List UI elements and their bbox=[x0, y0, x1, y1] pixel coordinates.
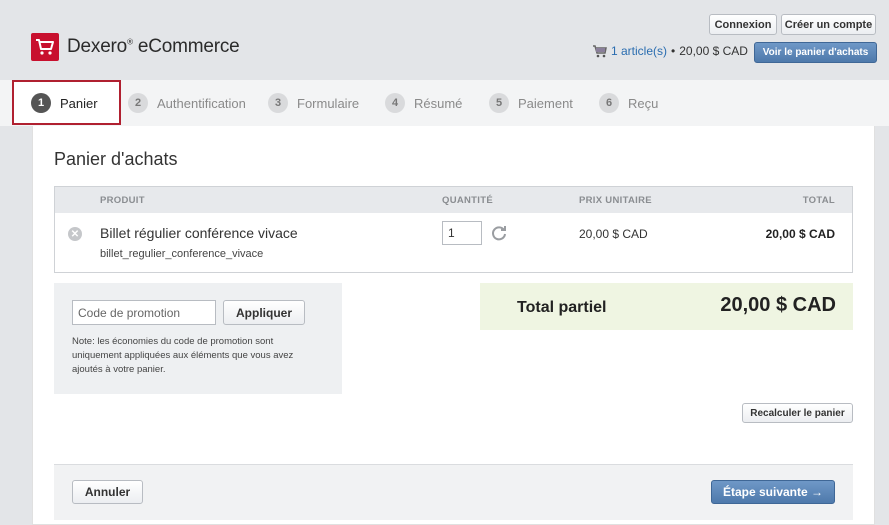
cancel-button[interactable]: Annuler bbox=[72, 480, 143, 504]
mini-cart-icon bbox=[593, 44, 607, 57]
unit-price: 20,00 $ CAD bbox=[579, 227, 648, 241]
promo-code-input[interactable] bbox=[72, 300, 216, 325]
line-total: 20,00 $ CAD bbox=[765, 227, 835, 241]
refresh-icon[interactable] bbox=[490, 224, 508, 242]
table-header: PRODUIT QUANTITÉ PRIX UNITAIRE TOTAL bbox=[55, 187, 852, 213]
subtotal-label: Total partiel bbox=[517, 299, 607, 316]
product-sku: billet_regulier_conference_vivace bbox=[100, 248, 264, 260]
step-label: Reçu bbox=[628, 95, 659, 111]
step-form[interactable]: 3 Formulaire bbox=[268, 93, 359, 113]
step-payment[interactable]: 5 Paiement bbox=[489, 93, 573, 113]
cart-logo-icon bbox=[31, 33, 59, 61]
mini-cart-summary: 1 article(s) • 20,00 $ CAD bbox=[592, 44, 748, 58]
apply-promo-button[interactable]: Appliquer bbox=[223, 300, 305, 325]
column-unit-price: PRIX UNITAIRE bbox=[579, 195, 652, 206]
column-product: PRODUIT bbox=[100, 195, 145, 206]
step-number: 5 bbox=[489, 93, 509, 113]
recalculate-cart-button[interactable]: Recalculer le panier bbox=[742, 403, 853, 423]
step-summary[interactable]: 4 Résumé bbox=[385, 93, 462, 113]
subtotal-value: 20,00 $ CAD bbox=[720, 294, 836, 316]
next-step-button[interactable]: Étape suivante → bbox=[711, 480, 835, 504]
brand-logo[interactable]: Dexero® eCommerce bbox=[31, 33, 240, 61]
step-receipt[interactable]: 6 Reçu bbox=[599, 93, 658, 113]
cart-amount: 20,00 $ CAD bbox=[679, 44, 748, 58]
column-quantity: QUANTITÉ bbox=[442, 195, 493, 206]
promo-note: Note: les économies du code de promotion… bbox=[72, 336, 294, 375]
step-label: Authentification bbox=[157, 95, 246, 111]
step-number: 4 bbox=[385, 93, 405, 113]
promo-section: Appliquer Note: les économies du code de… bbox=[54, 283, 342, 394]
product-name: Billet régulier conférence vivace bbox=[100, 225, 298, 241]
signup-button[interactable]: Créer un compte bbox=[781, 14, 876, 35]
subtotal-box: Total partiel 20,00 $ CAD bbox=[480, 283, 853, 330]
step-number: 6 bbox=[599, 93, 619, 113]
page-title: Panier d'achats bbox=[54, 149, 178, 169]
step-label: Résumé bbox=[414, 95, 463, 111]
step-label: Formulaire bbox=[297, 95, 360, 111]
cart-separator: • bbox=[671, 44, 676, 58]
step-authentication[interactable]: 2 Authentification bbox=[128, 93, 246, 113]
step-number: 2 bbox=[128, 93, 148, 113]
cart-items-link[interactable]: 1 article(s) bbox=[611, 44, 667, 58]
column-total: TOTAL bbox=[802, 195, 835, 206]
view-cart-button[interactable]: Voir le panier d'achats bbox=[754, 42, 877, 63]
step-label: Panier bbox=[60, 95, 98, 111]
step-number: 1 bbox=[31, 93, 51, 113]
brand-name: Dexero® eCommerce bbox=[67, 36, 240, 57]
remove-item-icon[interactable]: ✕ bbox=[68, 227, 82, 241]
login-button[interactable]: Connexion bbox=[709, 14, 777, 35]
step-cart[interactable]: 1 Panier bbox=[31, 93, 98, 113]
quantity-input[interactable] bbox=[442, 221, 482, 245]
step-number: 3 bbox=[268, 93, 288, 113]
step-label: Paiement bbox=[518, 95, 573, 111]
cart-table: PRODUIT QUANTITÉ PRIX UNITAIRE TOTAL ✕ B… bbox=[54, 186, 853, 273]
